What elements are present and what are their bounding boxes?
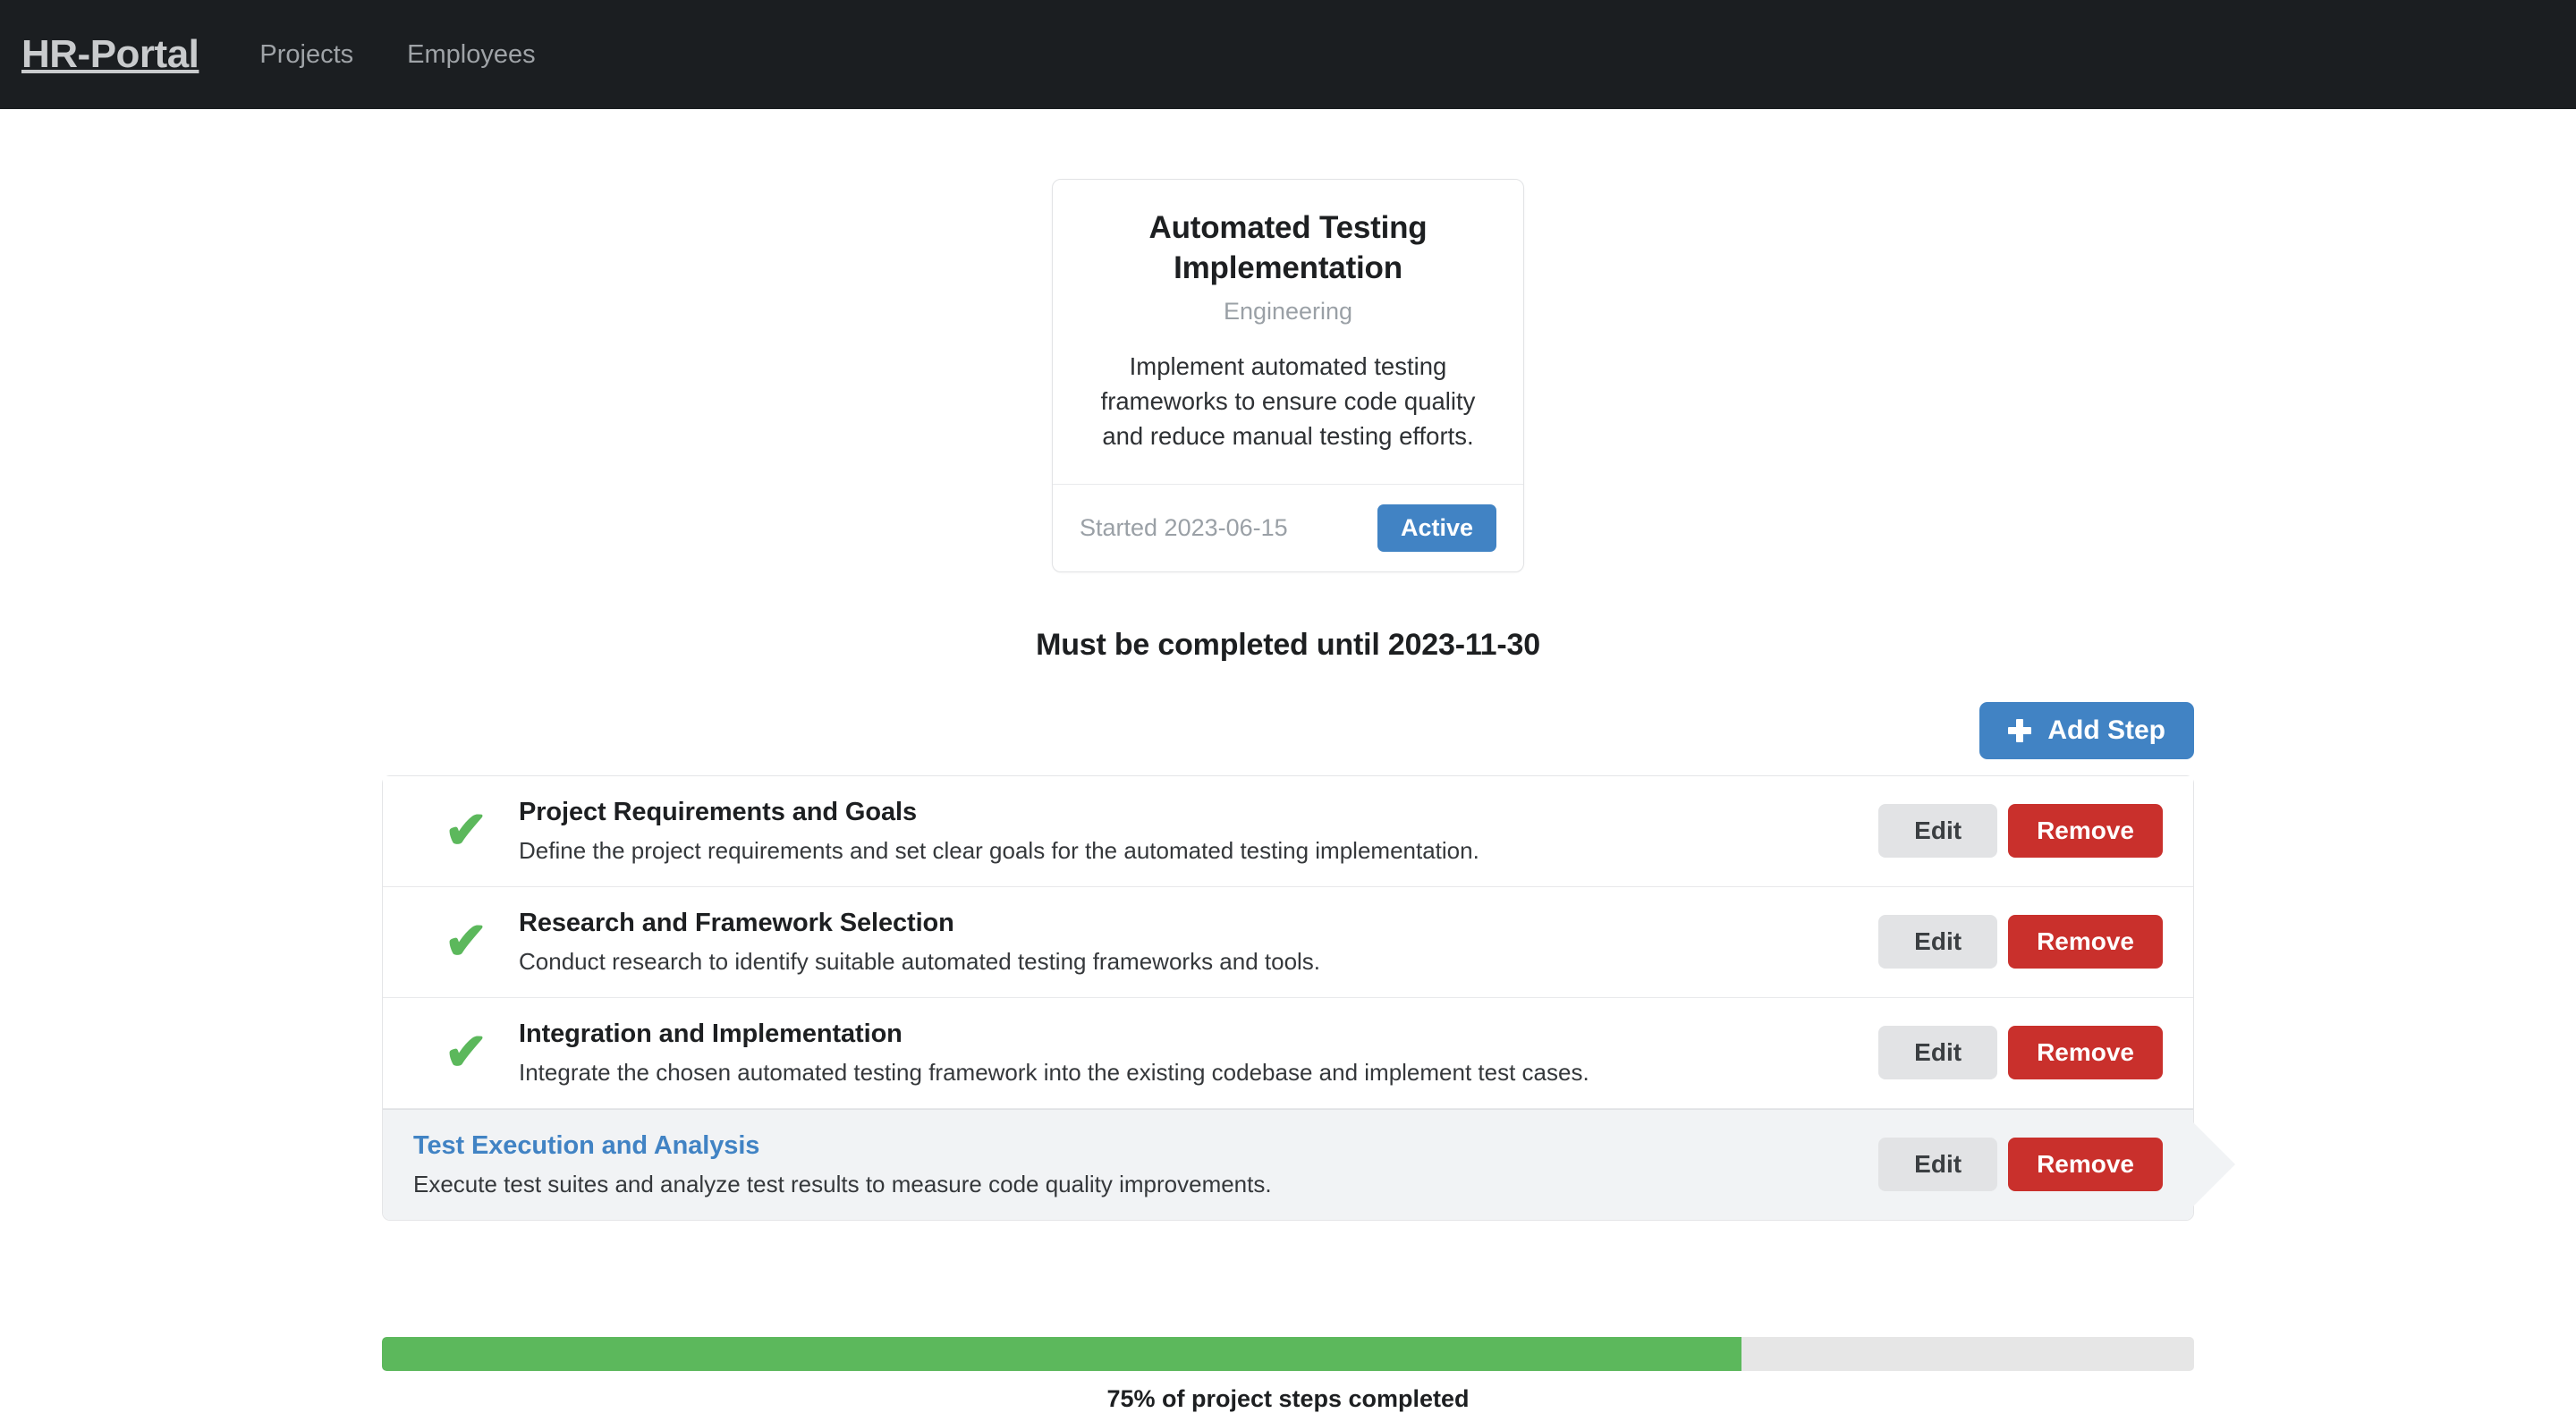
step-list-container: ✔ Project Requirements and Goals Define … <box>0 774 2576 1221</box>
nav-link-employees[interactable]: Employees <box>380 40 562 70</box>
project-title: Automated Testing Implementation <box>1148 210 1428 285</box>
progress-caption: 75% of project steps completed <box>1106 1384 1470 1412</box>
step-content: Test Execution and Analysis Execute test… <box>413 1131 1855 1198</box>
remove-button[interactable]: Remove <box>2008 1138 2163 1192</box>
step-title: Test Execution and Analysis <box>413 1130 760 1160</box>
step-actions: Edit Remove <box>1878 1138 2163 1192</box>
edit-button[interactable]: Edit <box>1878 804 1998 859</box>
step-description: Integrate the chosen automated testing f… <box>519 1058 1589 1086</box>
active-step-arrow-icon <box>2193 1122 2235 1207</box>
remove-button[interactable]: Remove <box>2008 1026 2163 1080</box>
deadline-heading: Must be completed until 2023-11-30 <box>1036 627 1540 662</box>
table-row[interactable]: ✔ Integration and Implementation Integra… <box>383 997 2193 1109</box>
progress-container: 75% of project steps completed <box>0 1336 2576 1413</box>
page-content: Automated Testing Implementation Enginee… <box>0 109 2576 1413</box>
step-title: Integration and Implementation <box>519 1019 902 1048</box>
step-list: ✔ Project Requirements and Goals Define … <box>382 774 2238 1221</box>
project-description: Implement automated testing frameworks t… <box>1100 351 1476 450</box>
step-title: Project Requirements and Goals <box>519 797 918 826</box>
project-start-date: Started 2023-06-15 <box>1080 513 1288 541</box>
edit-button[interactable]: Edit <box>1878 1026 1998 1080</box>
table-row-active[interactable]: Test Execution and Analysis Execute test… <box>383 1108 2238 1220</box>
project-card-container: Automated Testing Implementation Enginee… <box>0 179 2576 572</box>
step-content: Project Requirements and Goals Define th… <box>519 798 1855 865</box>
nav-link-projects[interactable]: Projects <box>233 40 380 70</box>
step-title: Research and Framework Selection <box>519 908 954 937</box>
add-step-button[interactable]: Add Step <box>1979 701 2194 759</box>
progress-bar-track <box>382 1336 2194 1371</box>
plus-icon <box>2008 718 2032 742</box>
step-description: Conduct research to identify suitable au… <box>519 947 1321 975</box>
step-actions: Edit Remove <box>1878 804 2163 859</box>
remove-button[interactable]: Remove <box>2008 915 2163 969</box>
check-icon: ✔ <box>444 1023 488 1082</box>
toolbar: Add Step <box>0 701 2576 759</box>
step-description: Define the project requirements and set … <box>519 836 1479 864</box>
step-actions: Edit Remove <box>1878 1026 2163 1080</box>
brand-logo[interactable]: HR-Portal <box>21 32 199 77</box>
check-icon: ✔ <box>444 912 488 971</box>
step-status-cell: ✔ <box>413 805 519 857</box>
project-department: Engineering <box>1223 297 1353 325</box>
project-status-badge[interactable]: Active <box>1377 503 1496 552</box>
step-status-cell: ✔ <box>413 1027 519 1079</box>
nav-links: Projects Employees <box>233 40 562 70</box>
progress-bar-fill <box>382 1336 1741 1371</box>
top-navbar: HR-Portal Projects Employees <box>0 0 2576 109</box>
edit-button[interactable]: Edit <box>1878 915 1998 969</box>
table-row[interactable]: ✔ Project Requirements and Goals Define … <box>383 775 2193 887</box>
step-status-cell: ✔ <box>413 916 519 968</box>
table-row[interactable]: ✔ Research and Framework Selection Condu… <box>383 886 2193 998</box>
project-card-body: Automated Testing Implementation Enginee… <box>1053 180 1523 484</box>
step-actions: Edit Remove <box>1878 915 2163 969</box>
add-step-label: Add Step <box>2047 715 2165 745</box>
edit-button[interactable]: Edit <box>1878 1138 1998 1192</box>
project-card: Automated Testing Implementation Enginee… <box>1052 179 1524 572</box>
step-description: Execute test suites and analyze test res… <box>413 1170 1272 1197</box>
step-content: Integration and Implementation Integrate… <box>519 1020 1855 1087</box>
remove-button[interactable]: Remove <box>2008 804 2163 859</box>
project-card-footer: Started 2023-06-15 Active <box>1053 483 1523 571</box>
step-content: Research and Framework Selection Conduct… <box>519 909 1855 976</box>
check-icon: ✔ <box>444 801 488 860</box>
